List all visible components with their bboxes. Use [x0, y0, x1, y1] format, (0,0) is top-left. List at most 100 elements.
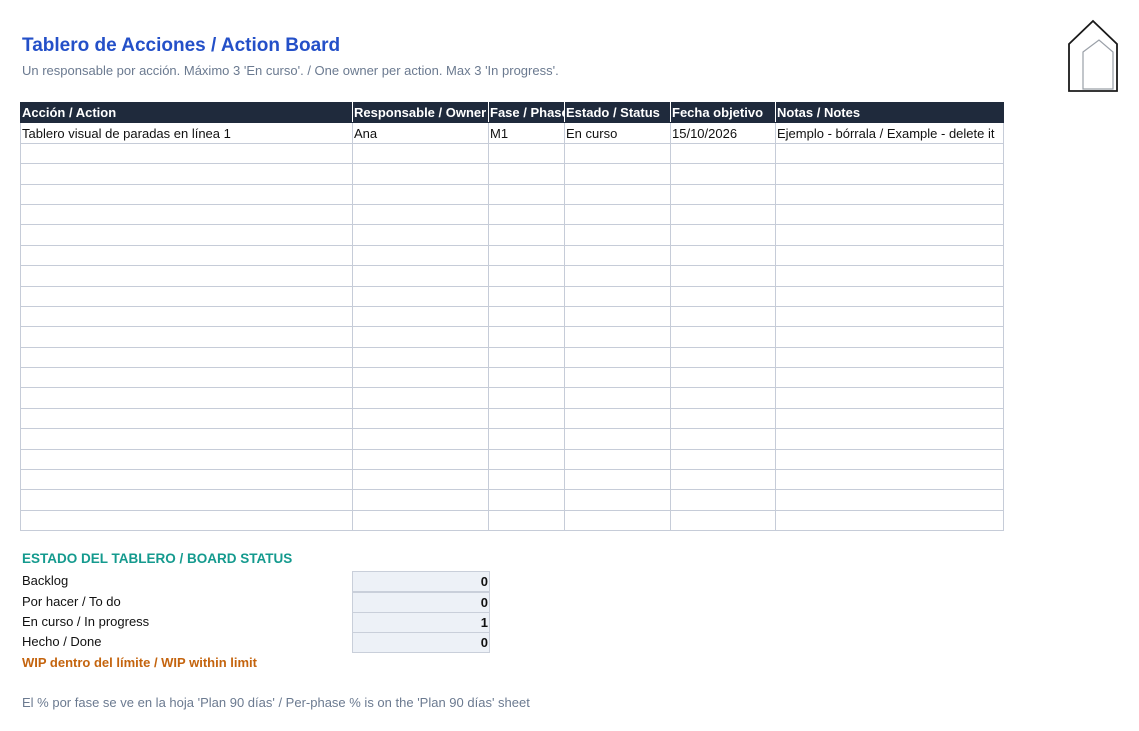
- cell-phase[interactable]: [488, 285, 565, 307]
- cell-owner[interactable]: [352, 346, 489, 369]
- cell-status[interactable]: [564, 285, 671, 307]
- cell-action[interactable]: [20, 509, 353, 532]
- cell-action[interactable]: [20, 244, 353, 267]
- cell-notes[interactable]: [775, 489, 1004, 511]
- cell-owner[interactable]: [352, 244, 489, 267]
- cell-owner[interactable]: [352, 163, 489, 185]
- cell-phase[interactable]: [488, 387, 565, 409]
- cell-action[interactable]: [20, 285, 353, 307]
- cell-notes[interactable]: [775, 244, 1004, 267]
- cell-action[interactable]: [20, 224, 353, 246]
- cell-phase[interactable]: [488, 469, 565, 491]
- cell-phase[interactable]: [488, 244, 565, 267]
- cell-action[interactable]: [20, 305, 353, 328]
- cell-notes[interactable]: [775, 163, 1004, 185]
- cell-action[interactable]: [20, 203, 353, 226]
- cell-status[interactable]: [564, 367, 671, 389]
- cell-status[interactable]: [564, 142, 671, 165]
- status-count[interactable]: 1: [352, 612, 490, 633]
- cell-status[interactable]: [564, 509, 671, 532]
- cell-action[interactable]: [20, 265, 353, 287]
- cell-owner[interactable]: [352, 224, 489, 246]
- cell-status[interactable]: [564, 183, 671, 205]
- cell-target-date[interactable]: [670, 142, 776, 165]
- cell-phase[interactable]: [488, 509, 565, 532]
- cell-target-date[interactable]: [670, 489, 776, 511]
- cell-owner[interactable]: [352, 142, 489, 165]
- cell-action[interactable]: [20, 183, 353, 205]
- cell-action[interactable]: [20, 346, 353, 369]
- cell-owner[interactable]: [352, 387, 489, 409]
- cell-phase[interactable]: [488, 142, 565, 165]
- cell-phase[interactable]: [488, 367, 565, 389]
- cell-owner[interactable]: [352, 407, 489, 430]
- cell-status[interactable]: En curso: [564, 122, 671, 144]
- cell-target-date[interactable]: [670, 469, 776, 491]
- cell-notes[interactable]: [775, 469, 1004, 491]
- cell-status[interactable]: [564, 387, 671, 409]
- cell-owner[interactable]: [352, 448, 489, 471]
- cell-status[interactable]: [564, 224, 671, 246]
- cell-owner[interactable]: [352, 203, 489, 226]
- cell-target-date[interactable]: [670, 367, 776, 389]
- cell-notes[interactable]: [775, 387, 1004, 409]
- cell-target-date[interactable]: [670, 285, 776, 307]
- cell-phase[interactable]: [488, 305, 565, 328]
- cell-target-date[interactable]: [670, 265, 776, 287]
- status-count[interactable]: 0: [352, 592, 490, 613]
- cell-status[interactable]: [564, 163, 671, 185]
- cell-owner[interactable]: [352, 428, 489, 450]
- cell-target-date[interactable]: [670, 203, 776, 226]
- cell-action[interactable]: Tablero visual de paradas en línea 1: [20, 122, 353, 144]
- cell-action[interactable]: [20, 448, 353, 471]
- cell-notes[interactable]: [775, 509, 1004, 532]
- cell-phase[interactable]: [488, 224, 565, 246]
- cell-action[interactable]: [20, 428, 353, 450]
- cell-action[interactable]: [20, 469, 353, 491]
- cell-notes[interactable]: [775, 142, 1004, 165]
- cell-notes[interactable]: [775, 305, 1004, 328]
- cell-target-date[interactable]: [670, 346, 776, 369]
- cell-owner[interactable]: [352, 367, 489, 389]
- cell-status[interactable]: [564, 489, 671, 511]
- status-count[interactable]: 0: [352, 632, 490, 653]
- cell-target-date[interactable]: [670, 448, 776, 471]
- cell-notes[interactable]: [775, 183, 1004, 205]
- cell-notes[interactable]: [775, 285, 1004, 307]
- cell-notes[interactable]: [775, 326, 1004, 348]
- cell-target-date[interactable]: [670, 387, 776, 409]
- cell-phase[interactable]: [488, 346, 565, 369]
- cell-notes[interactable]: [775, 346, 1004, 369]
- cell-status[interactable]: [564, 469, 671, 491]
- cell-target-date[interactable]: [670, 224, 776, 246]
- cell-status[interactable]: [564, 326, 671, 348]
- cell-target-date[interactable]: [670, 509, 776, 532]
- cell-target-date[interactable]: [670, 244, 776, 267]
- cell-target-date[interactable]: [670, 163, 776, 185]
- cell-status[interactable]: [564, 346, 671, 369]
- cell-action[interactable]: [20, 142, 353, 165]
- cell-phase[interactable]: [488, 428, 565, 450]
- cell-target-date[interactable]: [670, 428, 776, 450]
- cell-phase[interactable]: [488, 203, 565, 226]
- cell-owner[interactable]: [352, 285, 489, 307]
- cell-phase[interactable]: M1: [488, 122, 565, 144]
- cell-owner[interactable]: [352, 265, 489, 287]
- cell-phase[interactable]: [488, 407, 565, 430]
- cell-action[interactable]: [20, 387, 353, 409]
- cell-status[interactable]: [564, 265, 671, 287]
- cell-notes[interactable]: [775, 265, 1004, 287]
- cell-notes[interactable]: Ejemplo - bórrala / Example - delete it: [775, 122, 1004, 144]
- cell-owner[interactable]: [352, 326, 489, 348]
- cell-owner[interactable]: [352, 489, 489, 511]
- cell-target-date[interactable]: [670, 407, 776, 430]
- cell-phase[interactable]: [488, 448, 565, 471]
- cell-status[interactable]: [564, 244, 671, 267]
- cell-action[interactable]: [20, 367, 353, 389]
- cell-phase[interactable]: [488, 326, 565, 348]
- cell-notes[interactable]: [775, 407, 1004, 430]
- cell-owner[interactable]: Ana: [352, 122, 489, 144]
- cell-notes[interactable]: [775, 428, 1004, 450]
- cell-target-date[interactable]: [670, 305, 776, 328]
- cell-notes[interactable]: [775, 367, 1004, 389]
